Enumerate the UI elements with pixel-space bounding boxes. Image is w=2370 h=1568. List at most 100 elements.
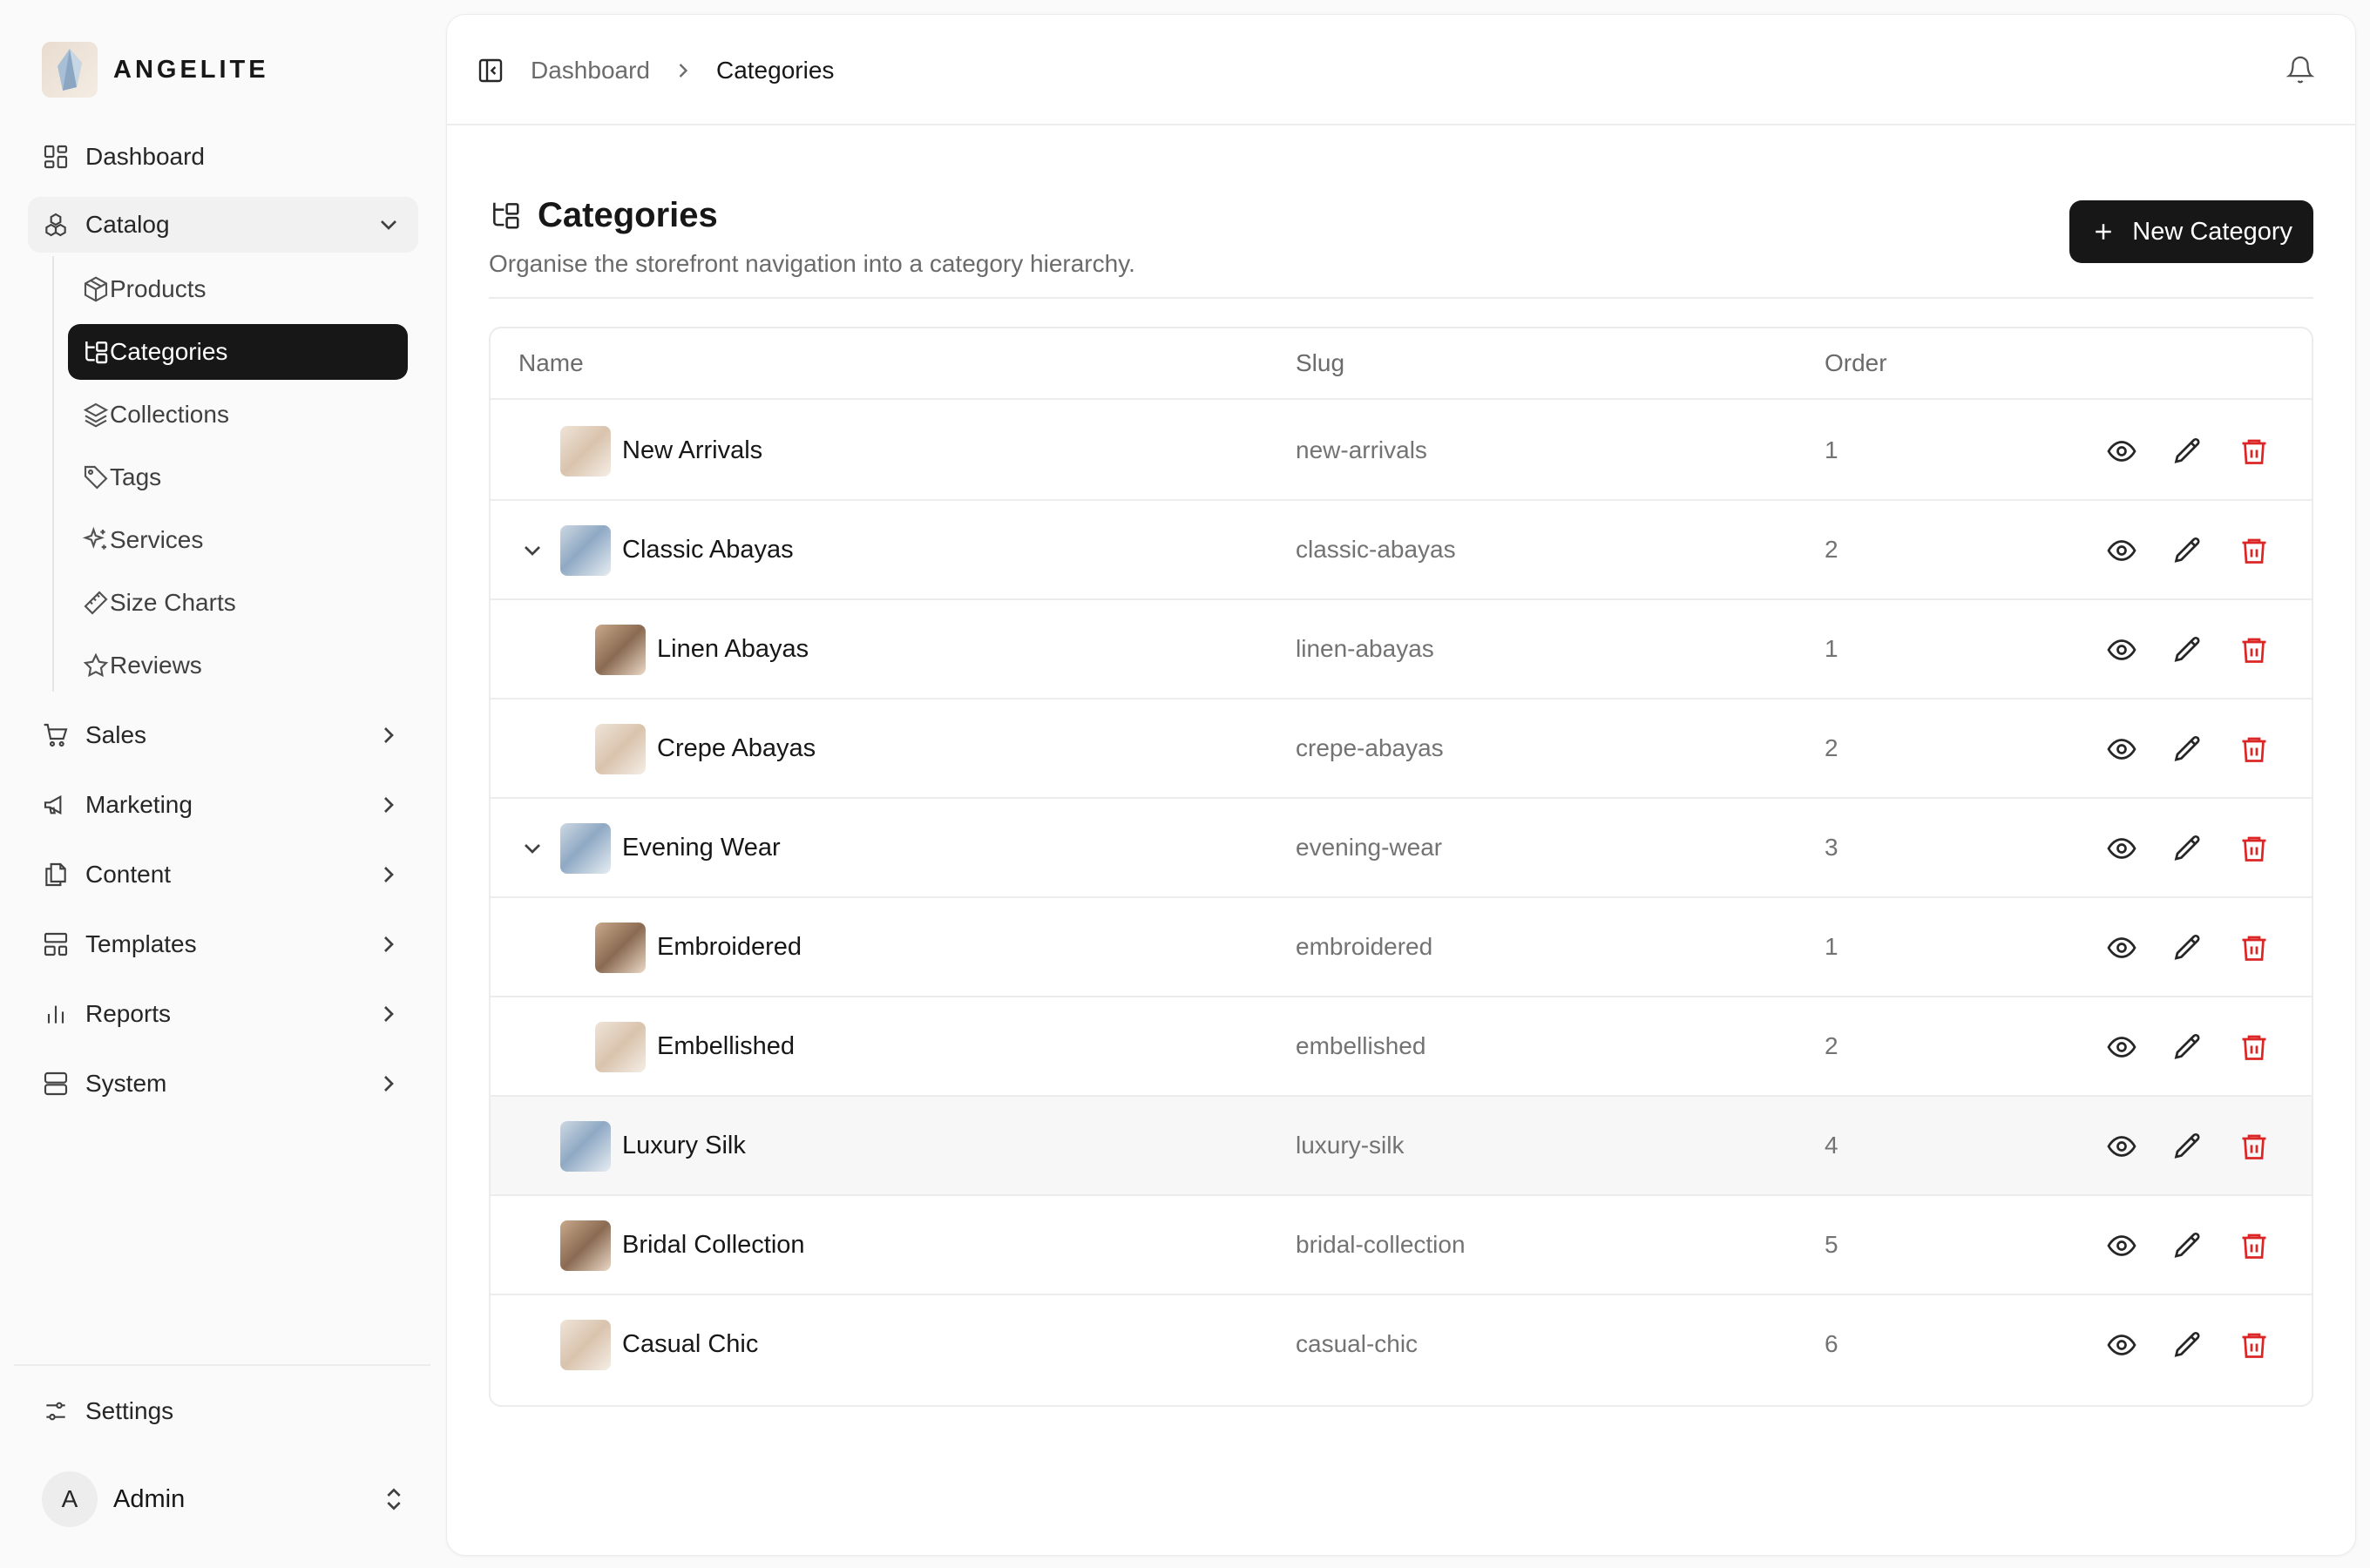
- category-name: Casual Chic: [622, 1330, 759, 1358]
- category-slug: casual-chic: [1296, 1330, 1419, 1357]
- eye-icon[interactable]: [2106, 535, 2137, 566]
- table-row[interactable]: Embellished embellished 2: [491, 997, 2312, 1097]
- eye-icon[interactable]: [2106, 833, 2137, 864]
- sidebar-item-sales[interactable]: Sales: [28, 707, 418, 763]
- eye-icon[interactable]: [2106, 1131, 2137, 1162]
- category-order: 2: [1825, 1032, 1838, 1059]
- sidebar-item-tags[interactable]: Tags: [68, 449, 408, 505]
- sidebar-item-reviews[interactable]: Reviews: [68, 638, 408, 693]
- chevron-down-icon[interactable]: [518, 835, 546, 862]
- table-row[interactable]: Crepe Abayas crepe-abayas 2: [491, 700, 2312, 799]
- folder-tree-icon: [85, 341, 108, 364]
- sidebar-divider: [14, 1364, 430, 1366]
- category-order: 5: [1825, 1231, 1838, 1258]
- sidebar-item-collections[interactable]: Collections: [68, 387, 408, 443]
- pencil-icon[interactable]: [2172, 733, 2204, 765]
- sidebar-item-marketing[interactable]: Marketing: [28, 777, 418, 833]
- sidebar-item-services[interactable]: Services: [68, 512, 408, 568]
- trash-icon[interactable]: [2238, 535, 2270, 566]
- server-icon: [44, 1071, 68, 1096]
- category-order: 3: [1825, 834, 1838, 861]
- sidebar-item-reports[interactable]: Reports: [28, 986, 418, 1042]
- category-order: 1: [1825, 635, 1838, 662]
- eye-icon[interactable]: [2106, 1230, 2137, 1261]
- pencil-icon[interactable]: [2172, 1329, 2204, 1361]
- page-subtitle: Organise the storefront navigation into …: [489, 250, 1135, 277]
- trash-icon[interactable]: [2238, 1031, 2270, 1063]
- pencil-icon[interactable]: [2172, 634, 2204, 666]
- sidebar-item-label: Sales: [85, 721, 147, 748]
- eye-icon[interactable]: [2106, 932, 2137, 963]
- pencil-icon[interactable]: [2172, 1131, 2204, 1162]
- eye-icon[interactable]: [2106, 436, 2137, 467]
- sparkles-icon: [82, 526, 106, 550]
- pencil-icon[interactable]: [2172, 1230, 2204, 1261]
- sidebar-item-settings[interactable]: Settings: [42, 1383, 173, 1439]
- category-thumbnail: [595, 724, 646, 774]
- package-icon: [84, 276, 108, 302]
- chevron-down-icon[interactable]: [518, 537, 546, 564]
- table-row[interactable]: Evening Wear evening-wear 3: [491, 799, 2312, 898]
- trash-icon[interactable]: [2238, 932, 2270, 963]
- category-thumbnail: [595, 923, 646, 973]
- sidebar-item-size-charts[interactable]: Size Charts: [68, 575, 408, 631]
- sidebar-item-templates[interactable]: Templates: [28, 916, 418, 972]
- avatar: A: [42, 1471, 98, 1527]
- category-thumbnail: [560, 426, 611, 476]
- chevron-right-icon: [384, 1006, 394, 1022]
- crystal-logo: [42, 42, 98, 98]
- category-order: 2: [1825, 536, 1838, 563]
- table-row[interactable]: Bridal Collection bridal-collection 5: [491, 1196, 2312, 1295]
- table-row[interactable]: Casual Chic casual-chic 6: [491, 1295, 2312, 1395]
- eye-icon[interactable]: [2106, 733, 2137, 765]
- sidebar-item-dashboard[interactable]: Dashboard: [28, 129, 418, 185]
- trash-icon[interactable]: [2238, 1230, 2270, 1261]
- sidebar-item-products[interactable]: Products: [68, 261, 408, 317]
- column-header-slug[interactable]: Slug: [1296, 349, 1344, 377]
- trash-icon[interactable]: [2238, 733, 2270, 765]
- trash-icon[interactable]: [2238, 1329, 2270, 1361]
- sidebar-item-label: Products: [110, 275, 207, 302]
- eye-icon[interactable]: [2106, 634, 2137, 666]
- eye-icon[interactable]: [2106, 1031, 2137, 1063]
- star-icon: [83, 652, 109, 678]
- table-row[interactable]: Linen Abayas linen-abayas 1: [491, 600, 2312, 700]
- pencil-icon[interactable]: [2172, 535, 2204, 566]
- pencil-icon[interactable]: [2172, 932, 2204, 963]
- category-name: Luxury Silk: [622, 1132, 746, 1159]
- dashboard-icon: [44, 145, 68, 169]
- trash-icon[interactable]: [2238, 634, 2270, 666]
- sidebar-item-content[interactable]: Content: [28, 847, 418, 902]
- column-header-name[interactable]: Name: [518, 349, 584, 377]
- category-name: Embellished: [657, 1032, 795, 1060]
- breadcrumb-dashboard-link[interactable]: Dashboard: [531, 57, 650, 84]
- bell-icon[interactable]: [2285, 55, 2315, 84]
- trash-icon[interactable]: [2238, 436, 2270, 467]
- trash-icon[interactable]: [2238, 833, 2270, 864]
- trash-icon[interactable]: [2238, 1131, 2270, 1162]
- bar-chart-icon: [47, 1005, 64, 1024]
- eye-icon[interactable]: [2106, 1329, 2137, 1361]
- table-row[interactable]: New Arrivals new-arrivals 1: [491, 402, 2312, 501]
- sidebar-item-categories[interactable]: Categories: [68, 324, 408, 380]
- sidebar-toggle-icon[interactable]: [477, 57, 504, 84]
- sliders-icon: [46, 1402, 65, 1421]
- brand-name: ANGELITE: [113, 55, 269, 84]
- table-row[interactable]: Embroidered embroidered 1: [491, 898, 2312, 997]
- category-order: 1: [1825, 436, 1838, 463]
- sidebar-item-system[interactable]: System: [28, 1056, 418, 1112]
- sidebar-item-label: Templates: [85, 930, 197, 957]
- chevrons-up-down-icon: [387, 1488, 401, 1511]
- column-header-order[interactable]: Order: [1825, 349, 1887, 377]
- new-category-button[interactable]: New Category: [2069, 200, 2313, 263]
- brand[interactable]: ANGELITE: [42, 42, 269, 98]
- pencil-icon[interactable]: [2172, 1031, 2204, 1063]
- user-menu[interactable]: A Admin: [42, 1471, 408, 1527]
- pencil-icon[interactable]: [2172, 833, 2204, 864]
- table-row[interactable]: Luxury Silk luxury-silk 4: [491, 1097, 2312, 1196]
- table-row[interactable]: Classic Abayas classic-abayas 2: [491, 501, 2312, 600]
- sidebar-item-label: System: [85, 1070, 167, 1097]
- boxes-icon: [45, 213, 66, 237]
- sidebar-item-catalog[interactable]: Catalog: [28, 197, 418, 253]
- pencil-icon[interactable]: [2172, 436, 2204, 467]
